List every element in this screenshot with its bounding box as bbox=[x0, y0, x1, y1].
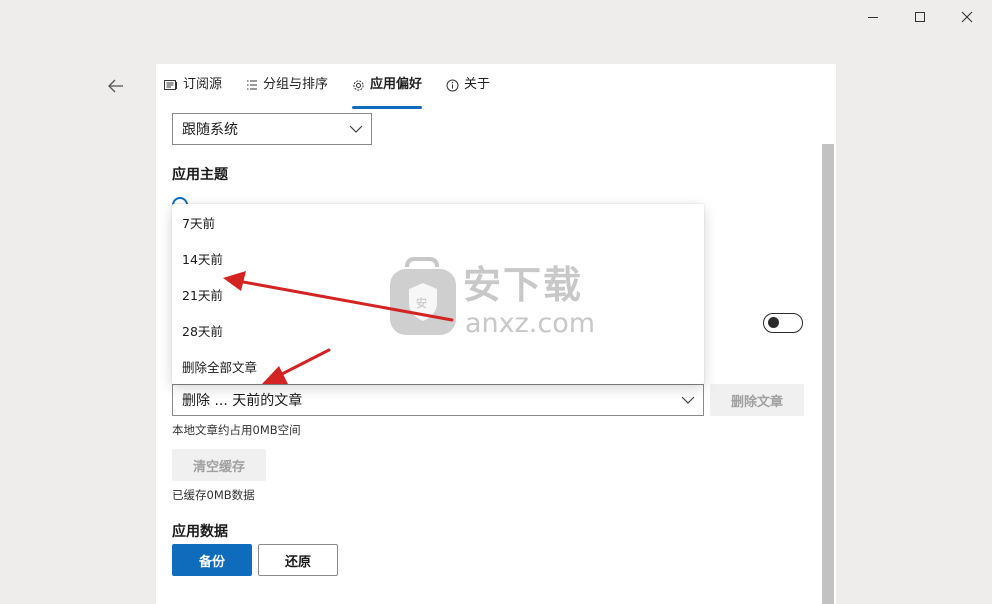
dropdown-option-14[interactable]: 14天前 bbox=[172, 240, 704, 276]
restore-button[interactable]: 还原 bbox=[258, 544, 338, 576]
backup-button[interactable]: 备份 bbox=[172, 544, 252, 576]
delete-days-dropdown: 7天前 14天前 21天前 28天前 删除全部文章 bbox=[172, 204, 704, 384]
tab-about-label: 关于 bbox=[464, 77, 491, 92]
delete-articles-button[interactable]: 删除文章 bbox=[710, 384, 804, 416]
tab-feeds[interactable]: 订阅源 bbox=[164, 76, 222, 108]
dropdown-option-all[interactable]: 删除全部文章 bbox=[172, 348, 704, 384]
delete-days-select-value: 删除 ... 天前的文章 bbox=[182, 393, 303, 409]
delete-days-select[interactable]: 删除 ... 天前的文章 bbox=[172, 384, 704, 416]
gear-icon bbox=[352, 76, 365, 94]
app-data-title: 应用数据 bbox=[172, 524, 228, 540]
dropdown-option-21[interactable]: 21天前 bbox=[172, 276, 704, 312]
toggle-switch[interactable] bbox=[763, 313, 803, 333]
scrollbar[interactable] bbox=[822, 144, 834, 604]
clear-cache-button[interactable]: 清空缓存 bbox=[172, 449, 266, 481]
storage-usage-text: 本地文章约占用0MB空间 bbox=[172, 423, 301, 437]
maximize-icon bbox=[915, 12, 925, 22]
chevron-down-icon bbox=[349, 125, 363, 133]
list-icon bbox=[246, 76, 258, 94]
tab-feeds-label: 订阅源 bbox=[183, 77, 223, 92]
theme-title: 应用主题 bbox=[172, 167, 228, 183]
feed-icon bbox=[164, 76, 178, 94]
tab-groups[interactable]: 分组与排序 bbox=[246, 76, 328, 108]
tab-bar: 订阅源 分组与排序 应用偏好 关于 bbox=[156, 64, 836, 109]
dropdown-option-28[interactable]: 28天前 bbox=[172, 312, 704, 348]
settings-panel: 订阅源 分组与排序 应用偏好 关于 跟随系统 应用主题 删除 ... 天前的文章… bbox=[156, 64, 836, 604]
tab-about[interactable]: 关于 bbox=[446, 76, 490, 108]
minimize-button[interactable] bbox=[850, 4, 896, 30]
tab-preferences[interactable]: 应用偏好 bbox=[352, 76, 422, 108]
tab-groups-label: 分组与排序 bbox=[263, 77, 329, 92]
chevron-down-icon bbox=[681, 396, 695, 404]
cache-usage-text: 已缓存0MB数据 bbox=[172, 488, 255, 502]
toggle-knob bbox=[768, 317, 779, 328]
arrow-left-icon bbox=[108, 79, 123, 93]
maximize-button[interactable] bbox=[897, 4, 943, 30]
close-button[interactable] bbox=[944, 4, 990, 30]
close-icon bbox=[961, 11, 973, 23]
back-button[interactable] bbox=[100, 72, 132, 100]
language-select[interactable]: 跟随系统 bbox=[172, 113, 372, 145]
info-icon bbox=[446, 76, 459, 94]
language-select-value: 跟随系统 bbox=[182, 122, 238, 138]
minimize-icon bbox=[868, 17, 878, 18]
active-tab-indicator bbox=[352, 106, 422, 109]
tab-preferences-label: 应用偏好 bbox=[370, 77, 423, 92]
dropdown-option-7[interactable]: 7天前 bbox=[172, 204, 704, 240]
